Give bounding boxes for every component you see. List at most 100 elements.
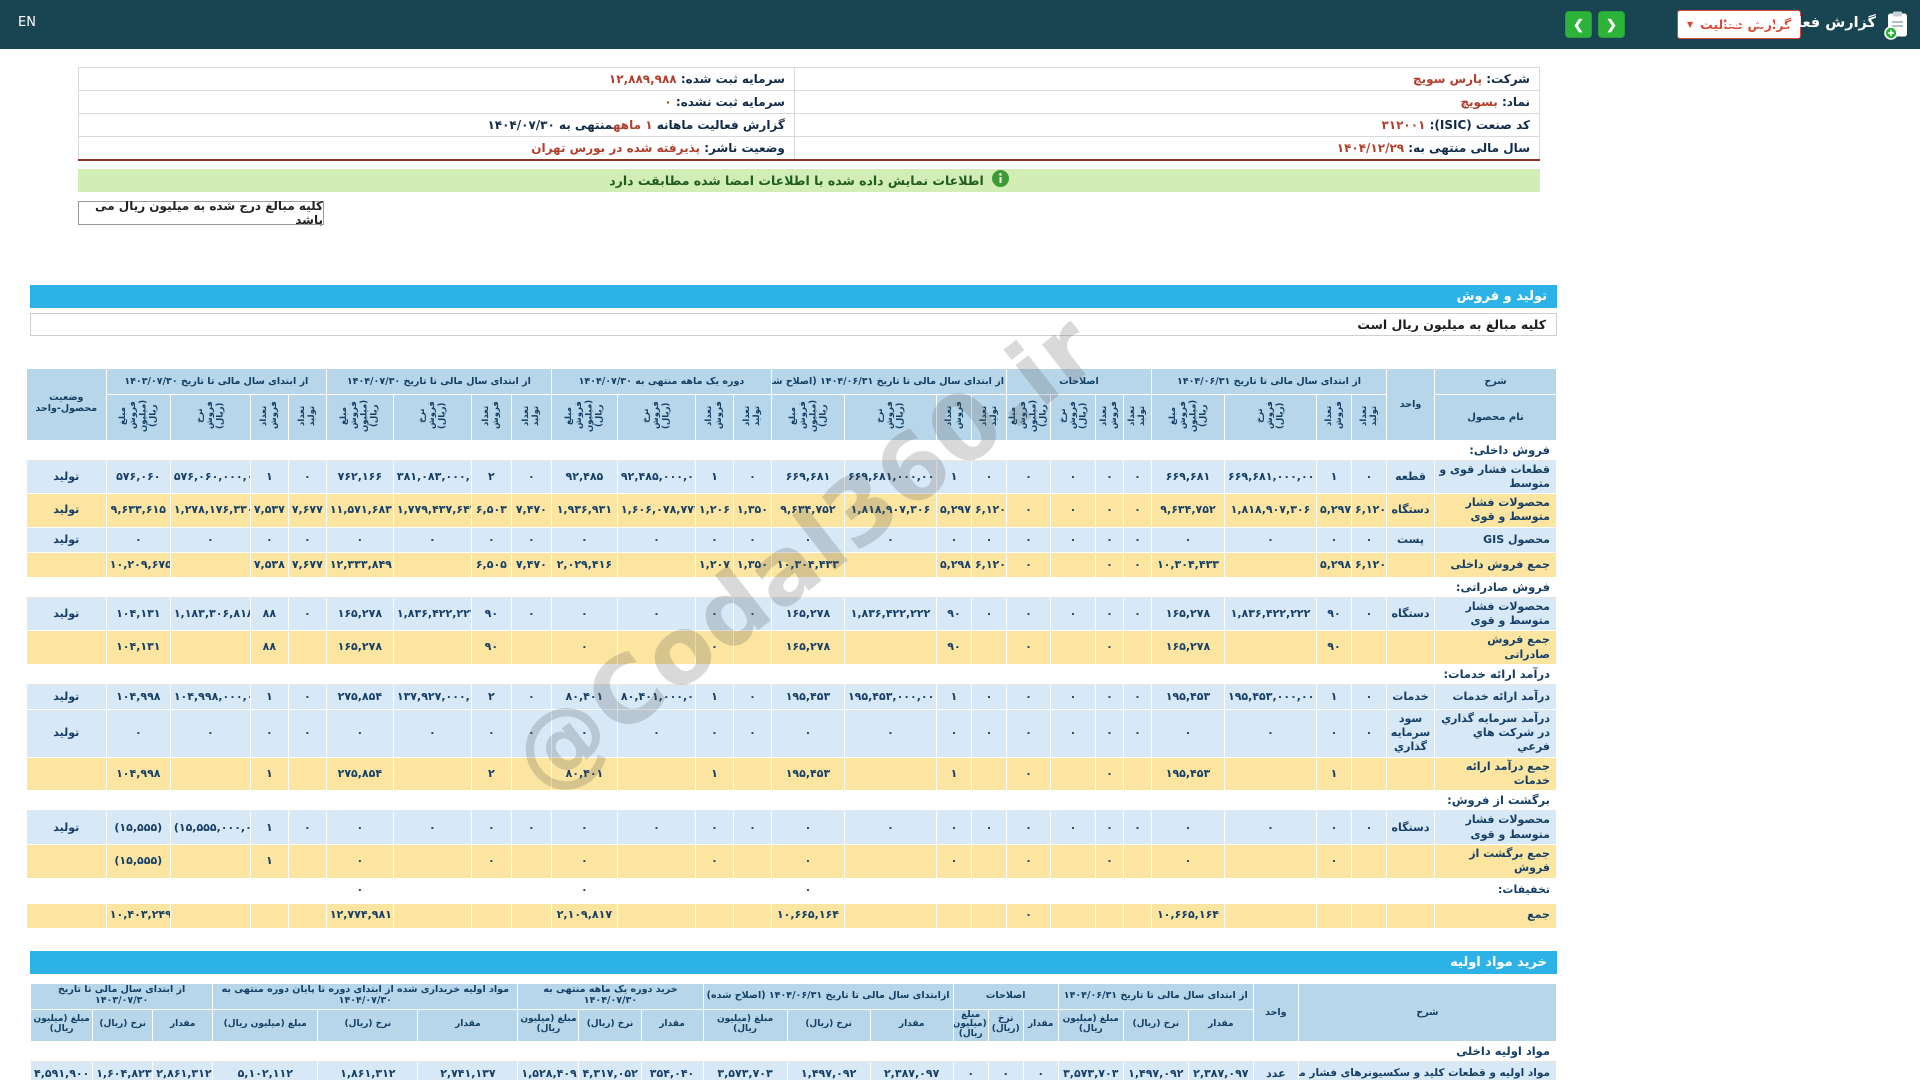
- info-cell: سرمایه ثبت نشده: ۰: [78, 90, 795, 114]
- cell: [1224, 843, 1317, 879]
- column-subheader: تعداد تولید: [970, 393, 1007, 441]
- cell: [105, 877, 171, 904]
- cell: [1049, 756, 1096, 792]
- column-subheader: نرخ فروش (ریال): [392, 393, 472, 441]
- column-subheader: مبلغ (میلیون ریال): [702, 1008, 788, 1043]
- cell: [510, 756, 552, 792]
- column-subheader: تعداد فروش: [249, 393, 289, 441]
- cell: [169, 877, 251, 904]
- cell: [1386, 877, 1435, 904]
- cell: ۳۸۱,۰۸۳,۰۰۰,۰۰۰: [392, 459, 472, 495]
- cell: ۱۶۵,۲۷۸: [1150, 596, 1226, 632]
- cell: [25, 630, 107, 665]
- cell: [287, 843, 327, 879]
- cell: ۱۱,۵۷۱,۶۸۳: [325, 493, 394, 528]
- info-row: شرکت: پارس سویچ سرمایه ثبت شده: ۱۲,۸۸۹,۹۸…: [78, 67, 1541, 91]
- cell: ۰: [1094, 596, 1124, 632]
- cell: [1005, 877, 1051, 904]
- cell: ۰: [1224, 526, 1317, 553]
- cell: ۰: [392, 810, 472, 845]
- cell: ۶,۱۲۰: [970, 493, 1007, 528]
- cell: ۱۰۴,۹۹۸: [105, 683, 171, 710]
- report-nav: ❮ ❯: [1565, 11, 1625, 38]
- cell: ۱۳۷,۹۲۷,۰۰۰,۰۰۰: [392, 683, 472, 710]
- column-subheader: مبلغ (میلیون ریال): [212, 1008, 319, 1043]
- column-header: از ابتدای سال مالی تا تاریخ ۱۴۰۴/۰۶/۳۱: [1057, 982, 1254, 1010]
- cell: ۱: [694, 683, 734, 710]
- column-subheader: مبلغ (میلیون ریال): [517, 1008, 580, 1043]
- cell: ۰: [1005, 810, 1051, 845]
- cell: ۱۰,۴۰۳,۲۴۹: [105, 902, 171, 929]
- column-subheader: تعداد فروش: [694, 393, 734, 441]
- cell: [970, 630, 1007, 665]
- topbar: EN ❮ ❯ گزارش فعالیت ▼ گزارش فعالیت ماهان…: [0, 0, 1920, 49]
- column-subheader: تعداد تولید: [287, 393, 327, 441]
- cell: تولید: [25, 526, 107, 553]
- cell: [732, 843, 772, 879]
- cell: ۶۶۹,۶۸۱: [770, 459, 845, 495]
- cell: ۰: [1122, 683, 1152, 710]
- cell: [1094, 902, 1124, 929]
- table-row: مواد اولیه و قطعات کلید و سکسیونرهای فشا…: [29, 1061, 1558, 1080]
- column-subheader: مقدار: [640, 1008, 704, 1043]
- cell: [287, 902, 327, 929]
- cell: [1351, 756, 1387, 792]
- prev-report-button[interactable]: ❮: [1565, 11, 1592, 38]
- cell: [843, 877, 937, 904]
- info-row: نماد: بسویچ سرمایه ثبت نشده: ۰: [78, 90, 1541, 114]
- cell: ۰: [169, 708, 251, 758]
- cell: [1122, 756, 1152, 792]
- column-subheader: نرخ (ریال): [578, 1008, 642, 1043]
- cell: ۸۸: [249, 630, 289, 665]
- cell: ۰: [616, 526, 696, 553]
- cell: برگشت از فروش:: [25, 790, 1558, 812]
- cell: ۰: [249, 526, 289, 553]
- cell: ۱,۷۷۹,۴۳۷,۶۴۴: [392, 493, 472, 528]
- section-header-production-sales: تولید و فروش: [30, 284, 1557, 308]
- cell: [25, 902, 107, 929]
- cell: ۶۶۹,۶۸۱,۰۰۰,۰۰۰: [843, 459, 937, 495]
- cell: تولید: [25, 810, 107, 845]
- column-header: از ابتدای سال مالی تا تاریخ ۱۴۰۴/۰۶/۳۱: [1150, 367, 1388, 395]
- cell: ۰: [1122, 526, 1152, 553]
- cell: مواد اولیه و قطعات کلید و سکسیونرهای فشا…: [1297, 1061, 1558, 1080]
- cell: [169, 551, 251, 578]
- cell: (۱۵,۵۵۵,۰۰۰,۰۰۰): [169, 810, 251, 845]
- cell: ۹۰: [1316, 630, 1352, 665]
- cell: ۰: [952, 1061, 989, 1080]
- cell: ۶,۱۲۰: [970, 551, 1007, 578]
- cell: [843, 843, 937, 879]
- cell: [1094, 877, 1124, 904]
- cell: جمع: [1434, 902, 1557, 929]
- cell: ۰: [470, 843, 512, 879]
- language-toggle[interactable]: EN: [18, 15, 36, 30]
- company-info-table: شرکت: پارس سویچ سرمایه ثبت شده: ۱۲,۸۸۹,۹۸…: [78, 67, 1541, 161]
- report-document-icon: [1882, 10, 1912, 40]
- cell: ۰: [970, 459, 1007, 495]
- cell: ۵۷۶,۰۶۰: [105, 459, 171, 495]
- cell: [1049, 551, 1096, 578]
- cell: جمع برگشت از فروش: [1434, 843, 1557, 879]
- column-subheader: نرخ فروش (ریال): [1049, 393, 1096, 441]
- cell: ۰: [1005, 493, 1051, 528]
- cell: ۹۰: [470, 596, 512, 632]
- cell: ۰: [843, 708, 937, 758]
- cell: ۰: [325, 877, 394, 904]
- cell: ۰: [1005, 526, 1051, 553]
- cell: ۰: [1094, 756, 1124, 792]
- cell: ۰: [550, 526, 618, 553]
- cell: ۰: [1316, 843, 1352, 879]
- cell: ۰: [1122, 708, 1152, 758]
- info-cell: گزارش فعالیت ماهانه ۱ ماههمنتهی به ۱۴۰۴/…: [78, 113, 795, 137]
- cell: دستگاه: [1386, 810, 1435, 845]
- cell: ۰: [1150, 810, 1226, 845]
- cell: ۰: [1005, 630, 1051, 665]
- cell: [732, 877, 772, 904]
- cell: ۶۶۹,۶۸۱,۰۰۰,۰۰۰: [1224, 459, 1317, 495]
- cell: ۸۰,۴۰۱: [550, 683, 618, 710]
- next-report-button[interactable]: ❯: [1598, 11, 1625, 38]
- column-subheader: مقدار: [152, 1008, 214, 1043]
- cell: ۰: [1005, 596, 1051, 632]
- cell: ۱: [1316, 459, 1352, 495]
- cell: ۷,۴۷۰: [510, 493, 552, 528]
